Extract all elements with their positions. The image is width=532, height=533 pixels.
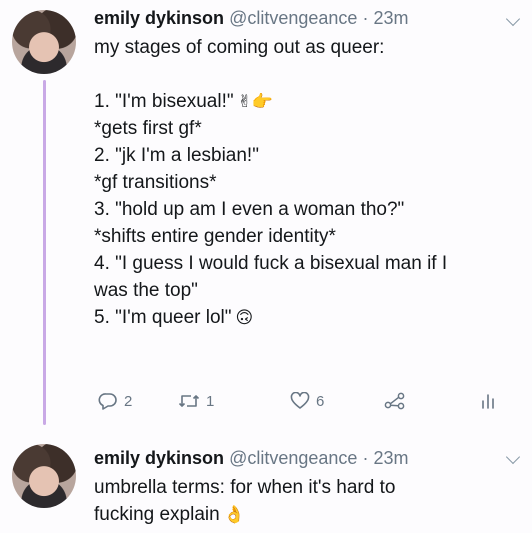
retweet-button[interactable]: 1 [178, 392, 214, 410]
tweet-line-text: 1. "I'm bisexual!" [94, 91, 234, 112]
thread-line [43, 80, 46, 425]
like-button[interactable]: 6 [290, 392, 324, 410]
timestamp[interactable]: 23m [373, 448, 408, 468]
tweet-line: umbrella terms: for when it's hard to [94, 477, 396, 498]
tweet[interactable]: emily dykinson @clitvengeance · 23m umbr… [0, 432, 532, 533]
tweet-line: fucking explain 👌 [94, 501, 516, 528]
display-name[interactable]: emily dykinson [94, 8, 224, 28]
tweet-text: my stages of coming out as queer: 1. "I'… [94, 34, 516, 331]
retweet-count: 1 [206, 392, 215, 410]
like-icon [290, 392, 310, 409]
tweet[interactable]: emily dykinson @clitvengeance · 23m my s… [0, 0, 532, 430]
peace-pointing-emoji: ✌👉 [237, 92, 274, 111]
share-icon [384, 392, 405, 410]
display-name[interactable]: emily dykinson [94, 448, 224, 468]
tweet-header: emily dykinson @clitvengeance · 23m [94, 444, 408, 472]
tweet-text: umbrella terms: for when it's hard to fu… [94, 474, 516, 528]
tweet-line: 3. "hold up am I even a woman tho?" [94, 199, 405, 220]
reply-count: 2 [124, 392, 133, 410]
handle[interactable]: @clitvengeance [229, 8, 357, 28]
tweet-line-text: 5. "I'm queer lol" [94, 307, 232, 328]
tweet-line: was the top" [94, 280, 198, 301]
tweet-line: my stages of coming out as queer: [94, 37, 385, 58]
avatar[interactable] [12, 444, 76, 508]
tweet-header: emily dykinson @clitvengeance · 23m [94, 4, 408, 32]
avatar[interactable] [12, 10, 76, 74]
ok-hand-emoji: 👌 [223, 505, 245, 524]
tweet-line: 2. "jk I'm a lesbian!" [94, 145, 259, 166]
reply-icon [98, 393, 117, 410]
tweet-line: 5. "I'm queer lol" 🙃 [94, 304, 516, 331]
tweet-line: 1. "I'm bisexual!" ✌👉 [94, 88, 516, 115]
reply-button[interactable]: 2 [98, 392, 132, 410]
tweet-actions: 2 1 6 [94, 392, 514, 416]
separator: · [362, 448, 369, 468]
tweet-line: *gf transitions* [94, 172, 217, 193]
tweet-line: *gets first gf* [94, 118, 202, 139]
retweet-icon [178, 395, 200, 407]
tweet-line: *shifts entire gender identity* [94, 226, 336, 247]
handle[interactable]: @clitvengeance [229, 448, 357, 468]
chevron-down-icon[interactable] [505, 11, 521, 27]
timestamp[interactable]: 23m [373, 8, 408, 28]
separator: · [362, 8, 369, 28]
analytics-icon [482, 394, 494, 409]
tweet-line [94, 61, 516, 88]
like-count: 6 [316, 392, 325, 410]
upside-down-face-emoji: 🙃 [235, 308, 254, 327]
tweet-line: 4. "I guess I would fuck a bisexual man … [94, 253, 448, 274]
chevron-down-icon[interactable] [505, 449, 521, 465]
share-button[interactable] [384, 392, 406, 410]
analytics-button[interactable] [480, 392, 496, 410]
tweet-line-text: fucking explain [94, 504, 220, 525]
